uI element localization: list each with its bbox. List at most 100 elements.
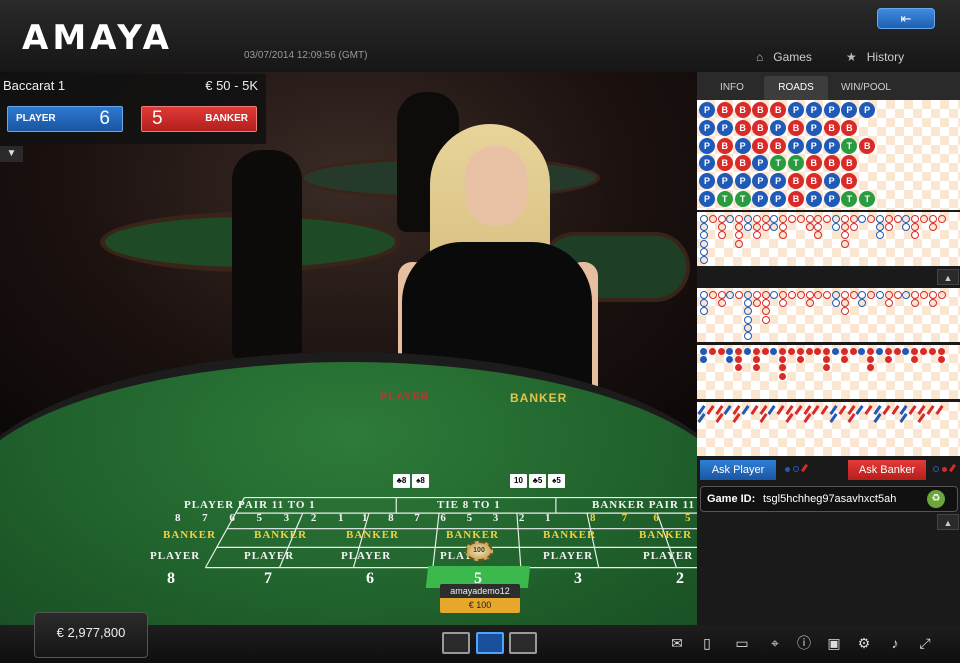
road-marker [876,348,883,355]
datetime-display: 03/07/2014 12:09:56 (GMT) [244,50,368,61]
road-marker [928,215,937,223]
road-marker [884,356,892,364]
pointer-icon[interactable]: ⌖ [766,634,784,652]
road-marker [700,247,708,256]
road-marker [723,405,732,415]
fullscreen-icon[interactable]: ⤢ [916,634,934,652]
picture-icon[interactable]: ▣ [825,634,843,652]
expand-panel-button[interactable]: ▲ [937,514,959,530]
bead-result: P [823,137,840,154]
view-dual-button[interactable] [476,632,504,654]
road-marker [735,223,744,232]
banker-bet-spot[interactable]: BANKER [639,529,692,541]
road-marker [796,215,805,223]
side-bet-number: 3 [283,512,291,524]
road-marker [735,239,744,248]
settings-icon[interactable]: ⚙ [855,634,873,652]
tab-info[interactable]: INFO [703,76,761,100]
expand-road-button[interactable]: ▲ [937,269,959,285]
ask-banker-button[interactable]: Ask Banker [848,460,926,480]
panel-tabs: INFO ROADS WIN/POOL [697,72,960,100]
view-full-button[interactable] [509,632,537,654]
road-marker [744,223,752,232]
road-marker [849,348,857,355]
road-marker [911,348,919,355]
road-marker [794,405,803,415]
bead-result: B [734,155,751,172]
banker-bet-spot[interactable]: BANKER [163,529,216,541]
road-marker [700,239,708,248]
road-marker [761,223,770,232]
road-marker [717,299,726,308]
bead-result: B [716,137,733,154]
balance-display: € 2,977,800 [34,612,148,658]
bead-result: T [859,191,876,207]
road-marker [911,215,920,223]
bead-result: B [770,102,787,118]
tie-label: TIE 8 TO 1 [437,499,501,511]
road-marker [884,215,893,223]
side-bet-number: 1 [362,512,369,524]
road-marker [814,291,823,299]
bead-result: P [734,173,751,190]
bead-result: B [788,191,804,207]
banker-bet-spot[interactable]: BANKER [446,529,499,541]
nav-history[interactable]: ★ History [846,50,904,64]
mobile-icon[interactable]: ▯ [698,634,716,652]
seat-number: 6 [366,570,375,587]
seat-number: 8 [167,570,176,587]
road-marker [770,291,779,299]
player-bet-spot[interactable]: PLAYER [643,550,693,562]
road-marker [761,307,770,316]
bead-result: P [770,119,787,136]
banker-bet-spot[interactable]: BANKER [346,529,399,541]
road-marker [700,348,707,355]
player-bet-spot[interactable]: PLAYER [543,550,593,562]
road-marker [752,348,760,355]
exit-button[interactable]: ⇤ [877,8,935,29]
player-bet-spot[interactable]: PLAYER [150,550,200,562]
bead-result: P [699,191,715,207]
road-marker [920,215,928,223]
big-eye-road [697,288,960,342]
sound-icon[interactable]: ♪ [886,634,904,652]
recycle-icon[interactable]: ♻ [927,490,945,508]
road-marker [779,299,788,308]
bead-result: B [788,173,804,190]
player-bet-spot[interactable]: PLAYER [244,550,294,562]
side-bet-number: 6 [229,512,236,524]
player-bet-spot[interactable]: PLAYER [341,550,391,562]
info-icon[interactable]: ⓘ [795,634,813,652]
view-single-button[interactable] [442,632,470,654]
banker-bet-spot[interactable]: BANKER [543,529,596,541]
road-marker [840,307,849,316]
bead-result: B [823,155,840,172]
bead-result: B [752,102,769,118]
tab-win-pool[interactable]: WIN/POOL [831,76,901,100]
bead-result: T [841,191,858,207]
road-marker [911,291,920,299]
ask-player-button[interactable]: Ask Player [700,460,776,480]
bead-result: P [805,102,822,118]
tab-roads[interactable]: ROADS [764,76,828,100]
comment-icon[interactable]: ▭ [733,634,751,652]
road-marker [911,231,920,240]
bead-result: B [823,119,840,136]
road-marker [858,291,867,299]
road-marker [876,291,884,299]
chat-icon[interactable]: ✉ [668,634,686,652]
banker-score-label: BANKER [205,113,248,124]
road-marker [858,299,867,308]
side-bet-number: 5 [256,512,263,524]
banker-bet-spot[interactable]: BANKER [254,529,307,541]
road-marker [867,291,876,299]
road-marker [911,299,920,308]
bet-tag: amayademo12 € 100 [440,584,520,616]
bead-result: P [699,173,715,190]
nav-games[interactable]: ⌂ Games [756,50,812,64]
bead-result: B [734,102,751,118]
road-marker [920,291,928,299]
road-marker [832,215,840,223]
road-marker [823,364,831,372]
collapse-panel-button[interactable]: ▼ [0,146,23,162]
